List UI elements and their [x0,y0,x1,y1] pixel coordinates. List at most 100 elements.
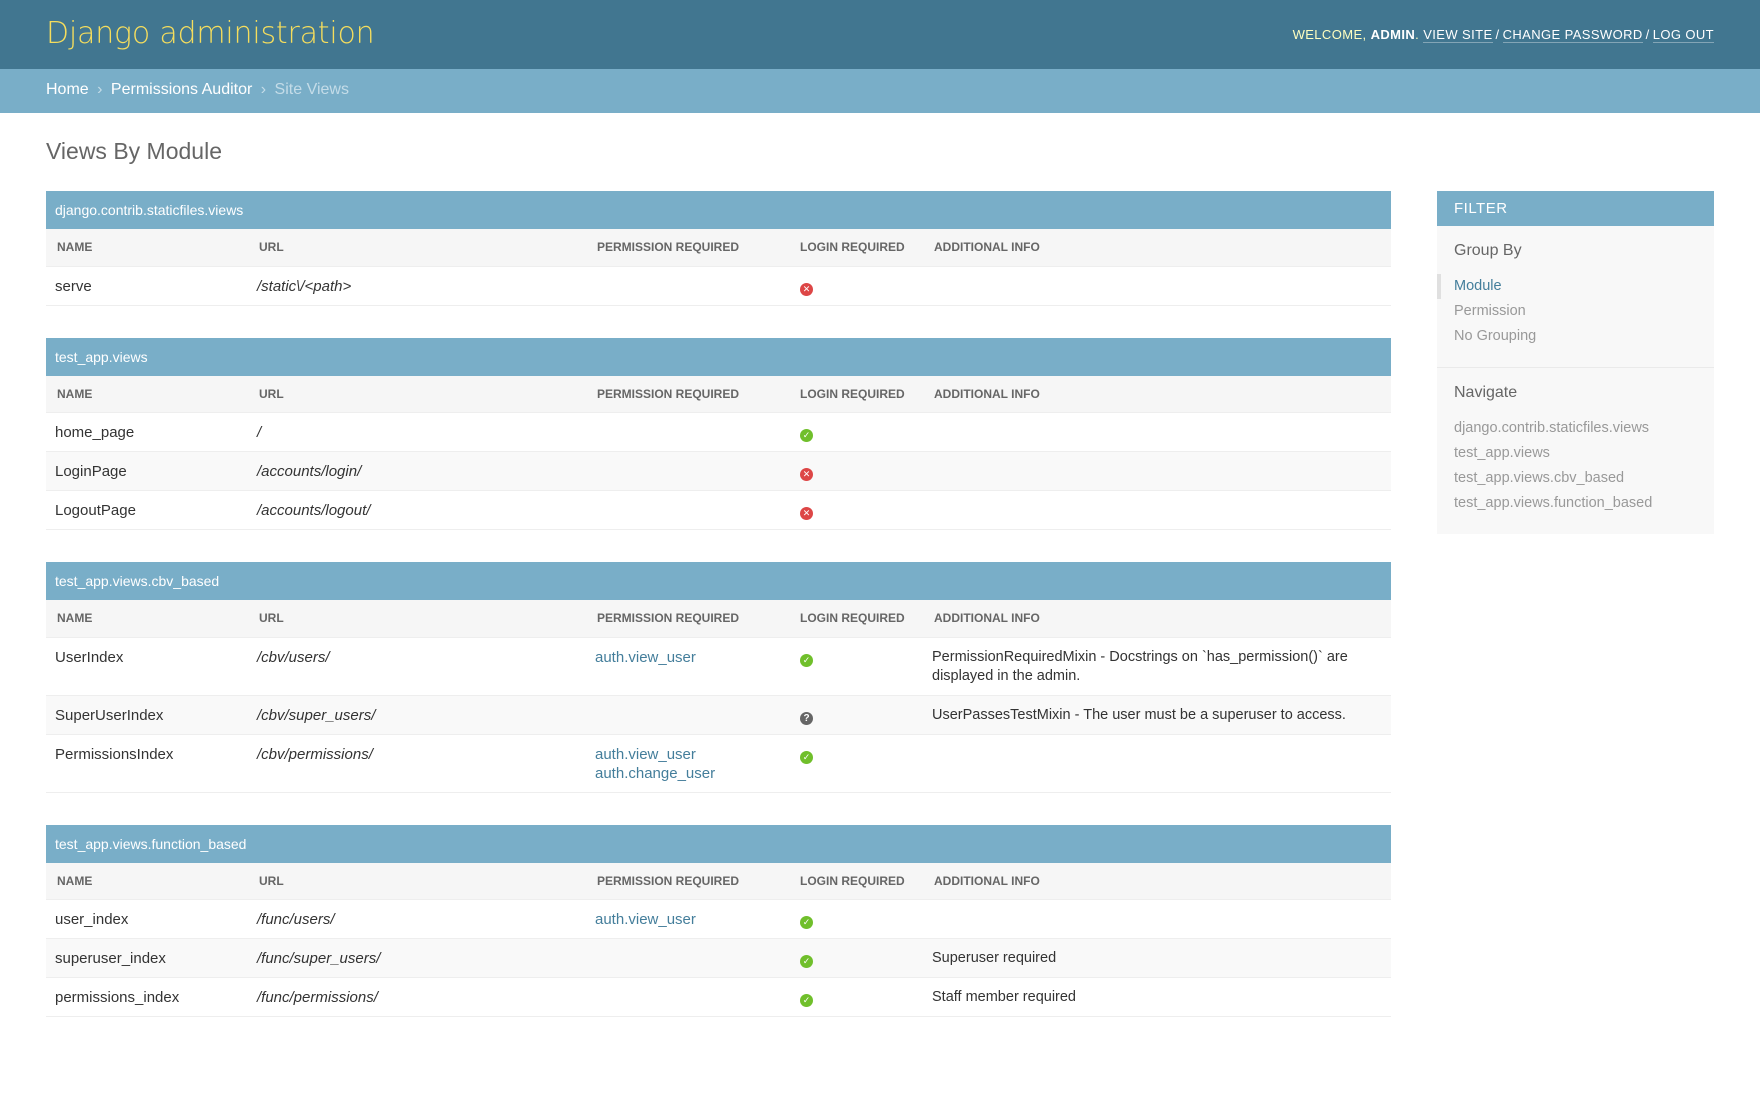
view-name: LogoutPage [46,490,248,530]
additional-info [923,734,1391,793]
view-url: /accounts/logout/ [248,490,586,530]
view-name: SuperUserIndex [46,695,248,735]
permission-link[interactable]: auth.change_user [595,764,780,783]
log-out-link[interactable]: Log out [1652,27,1714,43]
check-circle-icon: ✓ [800,955,813,968]
views-table: Name URL Permission Required Login Required… [46,862,1391,1017]
group-by-option-link[interactable]: Permission [1454,303,1526,319]
column-header-url: URL [248,600,586,638]
permission-cell: auth.view_user auth.change_user [586,734,789,793]
table-row: superuser_index/func/super_users/ ✓ Superu… [46,938,1391,978]
permission-cell [586,938,789,978]
navigate-item: test_app.views.cbv_based [1454,466,1697,491]
breadcrumb-app[interactable]: Permissions Auditor [111,81,252,98]
breadcrumb: Home › Permissions Auditor › Site Views [0,69,1760,113]
column-header-info: Additional Info [923,375,1391,413]
navigate-link[interactable]: django.contrib.staticfiles.views [1454,420,1649,436]
group-by-option-link[interactable]: No Grouping [1454,328,1536,344]
login-cell: ✓ [789,899,923,939]
table-row: UserIndex/cbv/users/auth.view_user ✓ Permi… [46,637,1391,696]
column-header-info: Additional Info [923,600,1391,638]
additional-info: Superuser required [923,938,1391,978]
login-cell: ✓ [789,734,923,793]
module-table: test_app.views Name URL Permission Required… [46,337,1391,530]
views-table: Name URL Permission Required Login Required… [46,229,1391,306]
header-row: Name URL Permission Required Login Required… [46,600,1391,638]
group-by-section: Group By Module Permission No Grouping [1437,226,1714,368]
table-row: SuperUserIndex/cbv/super_users/? UserPass… [46,695,1391,735]
module-caption: test_app.views.cbv_based [46,562,1391,600]
login-cell: ✕ [789,451,923,491]
module-caption: test_app.views.function_based [46,824,1391,863]
login-cell: ✕ [789,490,923,530]
breadcrumb-current: Site Views [274,81,349,98]
navigate-link[interactable]: test_app.views.function_based [1454,495,1652,511]
permission-cell [586,977,789,1017]
view-url: / [248,412,586,452]
additional-info [923,451,1391,491]
page-title: Views By Module [46,138,222,164]
table-row: LogoutPage/accounts/logout/ ✕ [46,490,1391,530]
login-cell: ✕ [789,266,923,306]
navigate-section: Navigate django.contrib.staticfiles.view… [1437,368,1714,534]
column-header-name: Name [46,600,248,638]
view-url: /func/super_users/ [248,938,586,978]
view-site-link[interactable]: View site [1423,27,1493,43]
group-by-option: Module [1437,274,1697,299]
view-name: LoginPage [46,451,248,491]
permission-link[interactable]: auth.view_user [595,745,780,764]
additional-info [923,412,1391,452]
view-url: /accounts/login/ [248,451,586,491]
permission-cell [586,451,789,491]
view-name: PermissionsIndex [46,734,248,793]
column-header-permission: Permission Required [586,600,789,638]
navigate-list: django.contrib.staticfiles.views test_app… [1454,416,1697,516]
change-password-link[interactable]: Change password [1502,27,1643,43]
view-url: /cbv/super_users/ [248,695,586,735]
login-cell: ✓ [789,938,923,978]
navigate-item: test_app.views.function_based [1454,491,1697,516]
column-header-login: Login Required [789,375,923,413]
navigate-link[interactable]: test_app.views.cbv_based [1454,470,1624,486]
views-table: Name URL Permission Required Login Required… [46,600,1391,793]
header-row: Name URL Permission Required Login Required… [46,229,1391,267]
header-row: Name URL Permission Required Login Required… [46,375,1391,413]
login-cell: ✓ [789,977,923,1017]
view-name: serve [46,266,248,306]
column-header-url: URL [248,375,586,413]
view-url: /cbv/users/ [248,637,586,696]
question-circle-icon: ? [800,711,813,725]
site-branding[interactable]: Django administration [46,16,375,51]
table-row: home_page / ✓ [46,412,1391,452]
module-caption: test_app.views [46,337,1391,376]
view-name: superuser_index [46,938,248,978]
navigate-item: test_app.views [1454,441,1697,466]
column-header-url: URL [248,229,586,267]
column-header-info: Additional Info [923,229,1391,267]
table-header: Name URL Permission Required Login Required… [46,229,1391,267]
table-row: PermissionsIndex/cbv/permissions/auth.vi… [46,734,1391,793]
view-url: /func/permissions/ [248,977,586,1017]
x-circle-icon: ✕ [800,282,813,296]
login-cell: ? [789,695,923,735]
column-header-login: Login Required [789,600,923,638]
view-name: permissions_index [46,977,248,1017]
permission-cell [586,490,789,530]
permission-cell: auth.view_user [586,637,789,696]
module-table: test_app.views.function_based Name URL Perm… [46,824,1391,1017]
breadcrumb-home[interactable]: Home [46,81,89,98]
view-url: /cbv/permissions/ [248,734,586,793]
x-circle-icon: ✕ [800,468,813,481]
permission-link[interactable]: auth.view_user [595,910,780,929]
permission-cell: auth.view_user [586,899,789,939]
modules-container: django.contrib.staticfiles.views Name URL P… [46,191,1391,1049]
table-header: Name URL Permission Required Login Required… [46,600,1391,638]
permission-link[interactable]: auth.view_user [595,648,780,667]
navigate-link[interactable]: test_app.views [1454,445,1550,461]
group-by-option-link[interactable]: Module [1454,278,1502,294]
column-header-url: URL [248,862,586,900]
additional-info [923,490,1391,530]
permission-cell [586,412,789,452]
header-row: Name URL Permission Required Login Required… [46,862,1391,900]
views-table: Name URL Permission Required Login Required… [46,375,1391,530]
